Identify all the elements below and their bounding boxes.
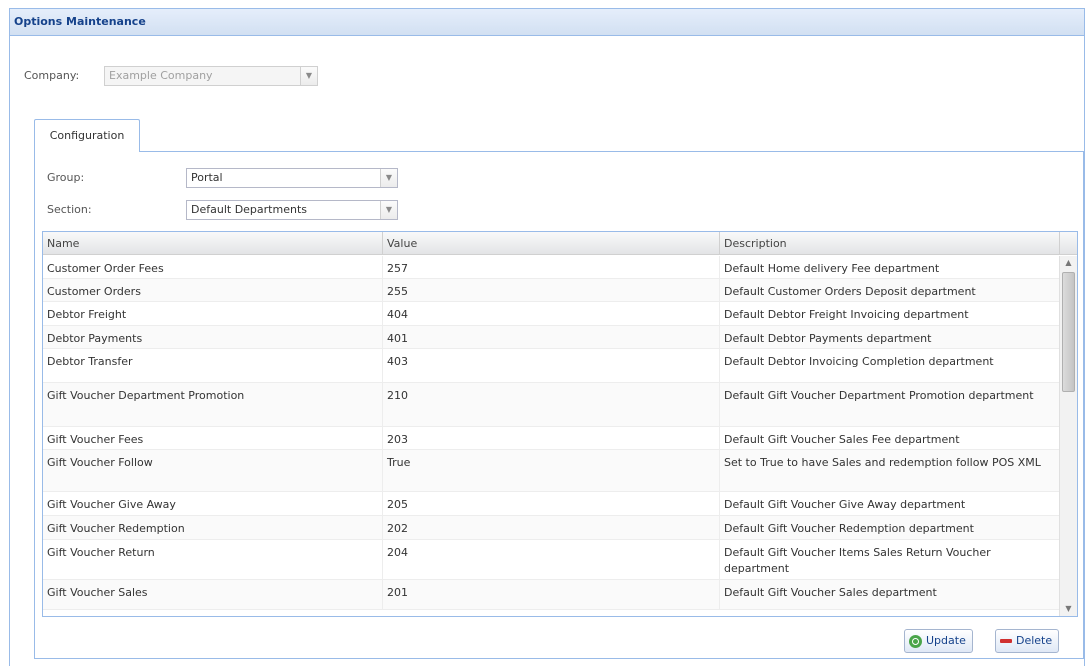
table-row[interactable]: Gift Voucher Department Promotion 210 Defa… bbox=[43, 383, 1059, 427]
company-value: Example Company bbox=[109, 69, 213, 82]
cell-description: Default Gift Voucher Sales Fee departmen… bbox=[720, 427, 1059, 449]
group-select[interactable]: Portal ▼ bbox=[186, 168, 398, 188]
cell-value: 203 bbox=[383, 427, 720, 449]
cell-value: 403 bbox=[383, 349, 720, 382]
cell-description: Default Debtor Freight Invoicing departm… bbox=[720, 302, 1059, 325]
grid-body: Customer Order Fees 257 Default Home deliv… bbox=[43, 256, 1059, 616]
group-value: Portal bbox=[191, 171, 223, 184]
chevron-down-icon: ▼ bbox=[380, 169, 397, 187]
tab-configuration[interactable]: Configuration bbox=[34, 119, 140, 152]
cell-value: 202 bbox=[383, 516, 720, 539]
table-row[interactable]: Gift Voucher Fees 203 Default Gift Voucher… bbox=[43, 427, 1059, 450]
cell-name: Gift Voucher Sales bbox=[43, 580, 383, 609]
column-header-description[interactable]: Description bbox=[720, 232, 1060, 255]
scroll-down-icon[interactable]: ▼ bbox=[1060, 602, 1077, 616]
table-row[interactable]: Debtor Transfer 403 Default Debtor Invoici… bbox=[43, 349, 1059, 383]
cell-name: Gift Voucher Return bbox=[43, 540, 383, 579]
cell-value: 205 bbox=[383, 492, 720, 515]
cell-value: 257 bbox=[383, 256, 720, 278]
cell-value: 255 bbox=[383, 279, 720, 301]
cell-value: 210 bbox=[383, 383, 720, 426]
company-select[interactable]: Example Company ▼ bbox=[104, 66, 318, 86]
cell-value: 201 bbox=[383, 580, 720, 609]
cell-description: Default Customer Orders Deposit departme… bbox=[720, 279, 1059, 301]
group-label: Group: bbox=[47, 171, 85, 184]
update-button[interactable]: Update bbox=[904, 629, 973, 653]
update-label: Update bbox=[926, 634, 966, 647]
delete-button[interactable]: Delete bbox=[995, 629, 1060, 653]
cell-description: Default Gift Voucher Give Away departmen… bbox=[720, 492, 1059, 515]
company-label: Company: bbox=[24, 69, 80, 82]
options-maintenance-window: Options Maintenance Company: Example Com… bbox=[9, 8, 1085, 666]
cell-description: Default Debtor Payments department bbox=[720, 326, 1059, 348]
table-row[interactable]: Gift Voucher Redemption 202 Default Gift V… bbox=[43, 516, 1059, 540]
cell-value: 204 bbox=[383, 540, 720, 579]
cell-name: Debtor Payments bbox=[43, 326, 383, 348]
configuration-panel: Group: Portal ▼ Section: Default Departm… bbox=[34, 151, 1084, 659]
chevron-down-icon: ▼ bbox=[380, 201, 397, 219]
column-header-value[interactable]: Value bbox=[383, 232, 720, 255]
cell-description: Default Home delivery Fee department bbox=[720, 256, 1059, 278]
table-row[interactable]: Gift Voucher Follow True Set to True to ha… bbox=[43, 450, 1059, 492]
options-grid: Name Value Description Customer Order Fe… bbox=[42, 231, 1078, 617]
cell-description: Default Gift Voucher Redemption departme… bbox=[720, 516, 1059, 539]
cell-name: Customer Order Fees bbox=[43, 256, 383, 278]
table-row[interactable]: Debtor Payments 401 Default Debtor Payment… bbox=[43, 326, 1059, 349]
section-label: Section: bbox=[47, 203, 92, 216]
section-select[interactable]: Default Departments ▼ bbox=[186, 200, 398, 220]
minus-icon bbox=[1000, 639, 1012, 643]
table-row[interactable]: Debtor Freight 404 Default Debtor Freight … bbox=[43, 302, 1059, 326]
chevron-down-icon: ▼ bbox=[300, 67, 317, 85]
cell-name: Gift Voucher Fees bbox=[43, 427, 383, 449]
cell-description: Default Debtor Invoicing Completion depa… bbox=[720, 349, 1059, 382]
cell-name: Gift Voucher Give Away bbox=[43, 492, 383, 515]
grid-scrollbar[interactable]: ▲ ▼ bbox=[1059, 256, 1077, 616]
refresh-icon bbox=[909, 634, 922, 648]
cell-name: Customer Orders bbox=[43, 279, 383, 301]
cell-description: Default Gift Voucher Department Promotio… bbox=[720, 383, 1059, 426]
window-title: Options Maintenance bbox=[10, 9, 1084, 36]
cell-name: Debtor Freight bbox=[43, 302, 383, 325]
table-row[interactable]: Gift Voucher Give Away 205 Default Gift Vo… bbox=[43, 492, 1059, 516]
delete-label: Delete bbox=[1016, 634, 1053, 647]
table-row[interactable]: Gift Voucher Return 204 Default Gift Vouch… bbox=[43, 540, 1059, 580]
cell-value: True bbox=[383, 450, 720, 491]
table-row[interactable]: Customer Orders 255 Default Customer Order… bbox=[43, 279, 1059, 302]
table-row[interactable]: Customer Order Fees 257 Default Home deliv… bbox=[43, 256, 1059, 279]
section-value: Default Departments bbox=[191, 203, 307, 216]
cell-value: 401 bbox=[383, 326, 720, 348]
cell-name: Gift Voucher Follow bbox=[43, 450, 383, 491]
table-row[interactable]: Gift Voucher Sales 201 Default Gift Vouche… bbox=[43, 580, 1059, 610]
cell-description: Set to True to have Sales and redemption… bbox=[720, 450, 1059, 491]
cell-description: Default Gift Voucher Sales department bbox=[720, 580, 1059, 609]
cell-name: Gift Voucher Department Promotion bbox=[43, 383, 383, 426]
cell-description: Default Gift Voucher Items Sales Return … bbox=[720, 540, 1059, 579]
scroll-thumb[interactable] bbox=[1062, 272, 1075, 392]
cell-value: 404 bbox=[383, 302, 720, 325]
grid-header: Name Value Description bbox=[43, 232, 1077, 255]
cell-name: Debtor Transfer bbox=[43, 349, 383, 382]
scroll-up-icon[interactable]: ▲ bbox=[1060, 256, 1077, 270]
cell-name: Gift Voucher Redemption bbox=[43, 516, 383, 539]
column-header-name[interactable]: Name bbox=[43, 232, 383, 255]
